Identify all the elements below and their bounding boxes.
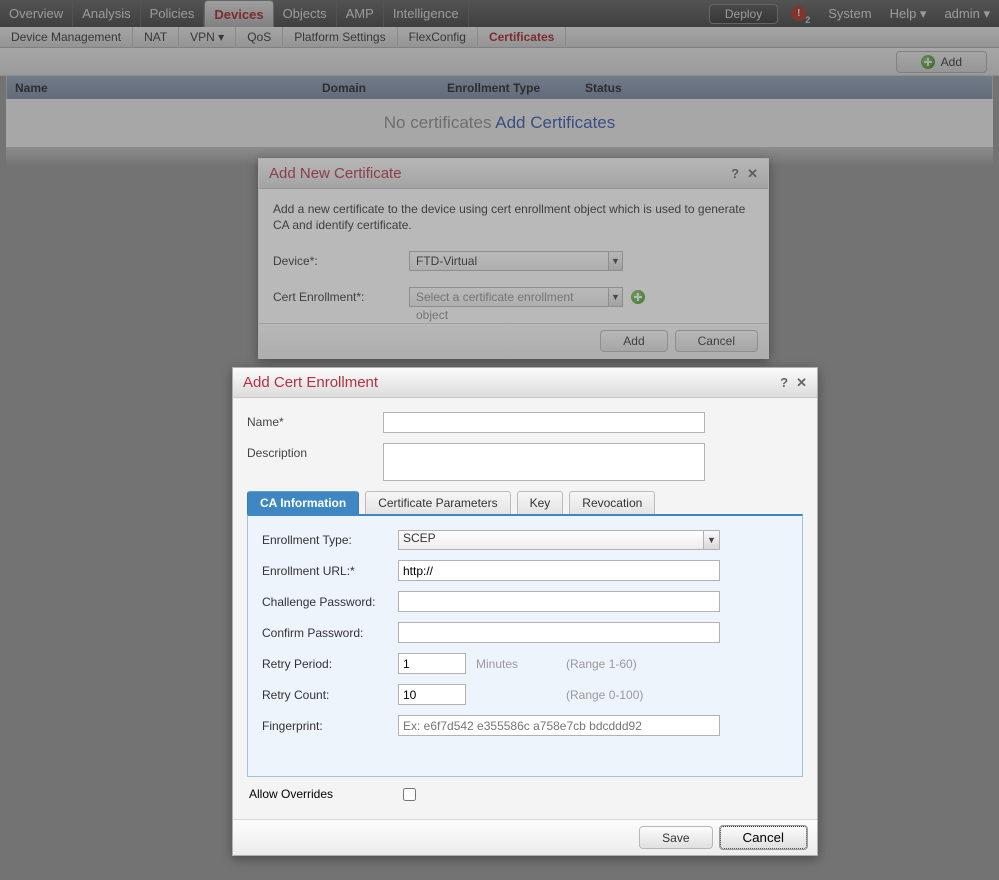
tab-revocation[interactable]: Revocation bbox=[569, 491, 655, 514]
help-icon[interactable]: ? bbox=[780, 375, 788, 390]
allow-overrides-checkbox[interactable] bbox=[403, 788, 416, 801]
device-label: Device*: bbox=[273, 254, 409, 268]
allow-overrides-label: Allow Overrides bbox=[249, 787, 333, 801]
chevron-down-icon[interactable]: ▼ bbox=[609, 287, 623, 307]
retry-period-label: Retry Period: bbox=[262, 657, 398, 671]
description-label: Description bbox=[247, 443, 383, 481]
retry-count-label: Retry Count: bbox=[262, 688, 398, 702]
cert-enrollment-label: Cert Enrollment*: bbox=[273, 290, 409, 304]
retry-period-unit: Minutes bbox=[476, 657, 556, 671]
challenge-password-input[interactable] bbox=[398, 591, 720, 612]
name-label: Name* bbox=[247, 412, 383, 433]
device-value: FTD-Virtual bbox=[409, 251, 609, 271]
ca-information-panel: Enrollment Type: SCEP ▼ Enrollment URL:*… bbox=[247, 514, 803, 777]
modal1-cancel-button[interactable]: Cancel bbox=[675, 330, 758, 352]
retry-period-range: (Range 1-60) bbox=[566, 657, 637, 671]
close-icon[interactable]: ✕ bbox=[796, 375, 807, 391]
device-select[interactable]: FTD-Virtual ▼ bbox=[409, 251, 623, 271]
modal1-title: Add New Certificate bbox=[269, 165, 402, 182]
tab-ca-information[interactable]: CA Information bbox=[247, 491, 359, 514]
save-button[interactable]: Save bbox=[639, 826, 712, 849]
enrollment-type-value: SCEP bbox=[398, 530, 704, 550]
description-input[interactable] bbox=[383, 443, 705, 481]
cert-tabs: CA Information Certificate Parameters Ke… bbox=[247, 491, 803, 514]
retry-count-input[interactable] bbox=[398, 684, 466, 705]
fingerprint-input[interactable] bbox=[398, 715, 720, 736]
retry-period-input[interactable] bbox=[398, 653, 466, 674]
enrollment-type-select[interactable]: SCEP ▼ bbox=[398, 530, 720, 550]
fingerprint-label: Fingerprint: bbox=[262, 719, 398, 733]
confirm-password-label: Confirm Password: bbox=[262, 626, 398, 640]
enrollment-url-label: Enrollment URL:* bbox=[262, 564, 398, 578]
cert-enrollment-placeholder: Select a certificate enrollment object bbox=[409, 287, 609, 307]
confirm-password-input[interactable] bbox=[398, 622, 720, 643]
name-input[interactable] bbox=[383, 412, 705, 433]
tab-key[interactable]: Key bbox=[517, 491, 564, 514]
chevron-down-icon[interactable]: ▼ bbox=[609, 251, 623, 271]
modal1-add-button[interactable]: Add bbox=[600, 330, 667, 352]
add-cert-enrollment-dialog: Add Cert Enrollment ? ✕ Name* Descriptio… bbox=[232, 367, 818, 856]
enrollment-type-label: Enrollment Type: bbox=[262, 533, 398, 547]
modal1-description: Add a new certificate to the device usin… bbox=[273, 201, 754, 233]
modal2-title: Add Cert Enrollment bbox=[243, 374, 378, 391]
add-cert-enrollment-icon[interactable] bbox=[631, 290, 645, 304]
enrollment-url-input[interactable] bbox=[398, 560, 720, 581]
tab-certificate-parameters[interactable]: Certificate Parameters bbox=[365, 491, 510, 514]
help-icon[interactable]: ? bbox=[731, 166, 739, 181]
chevron-down-icon[interactable]: ▼ bbox=[704, 530, 720, 550]
challenge-password-label: Challenge Password: bbox=[262, 595, 398, 609]
cancel-button[interactable]: Cancel bbox=[720, 826, 808, 849]
close-icon[interactable]: ✕ bbox=[747, 166, 758, 182]
cert-enrollment-select[interactable]: Select a certificate enrollment object ▼ bbox=[409, 287, 623, 307]
retry-count-range: (Range 0-100) bbox=[566, 688, 643, 702]
add-new-certificate-dialog: Add New Certificate ? ✕ Add a new certif… bbox=[258, 158, 769, 359]
